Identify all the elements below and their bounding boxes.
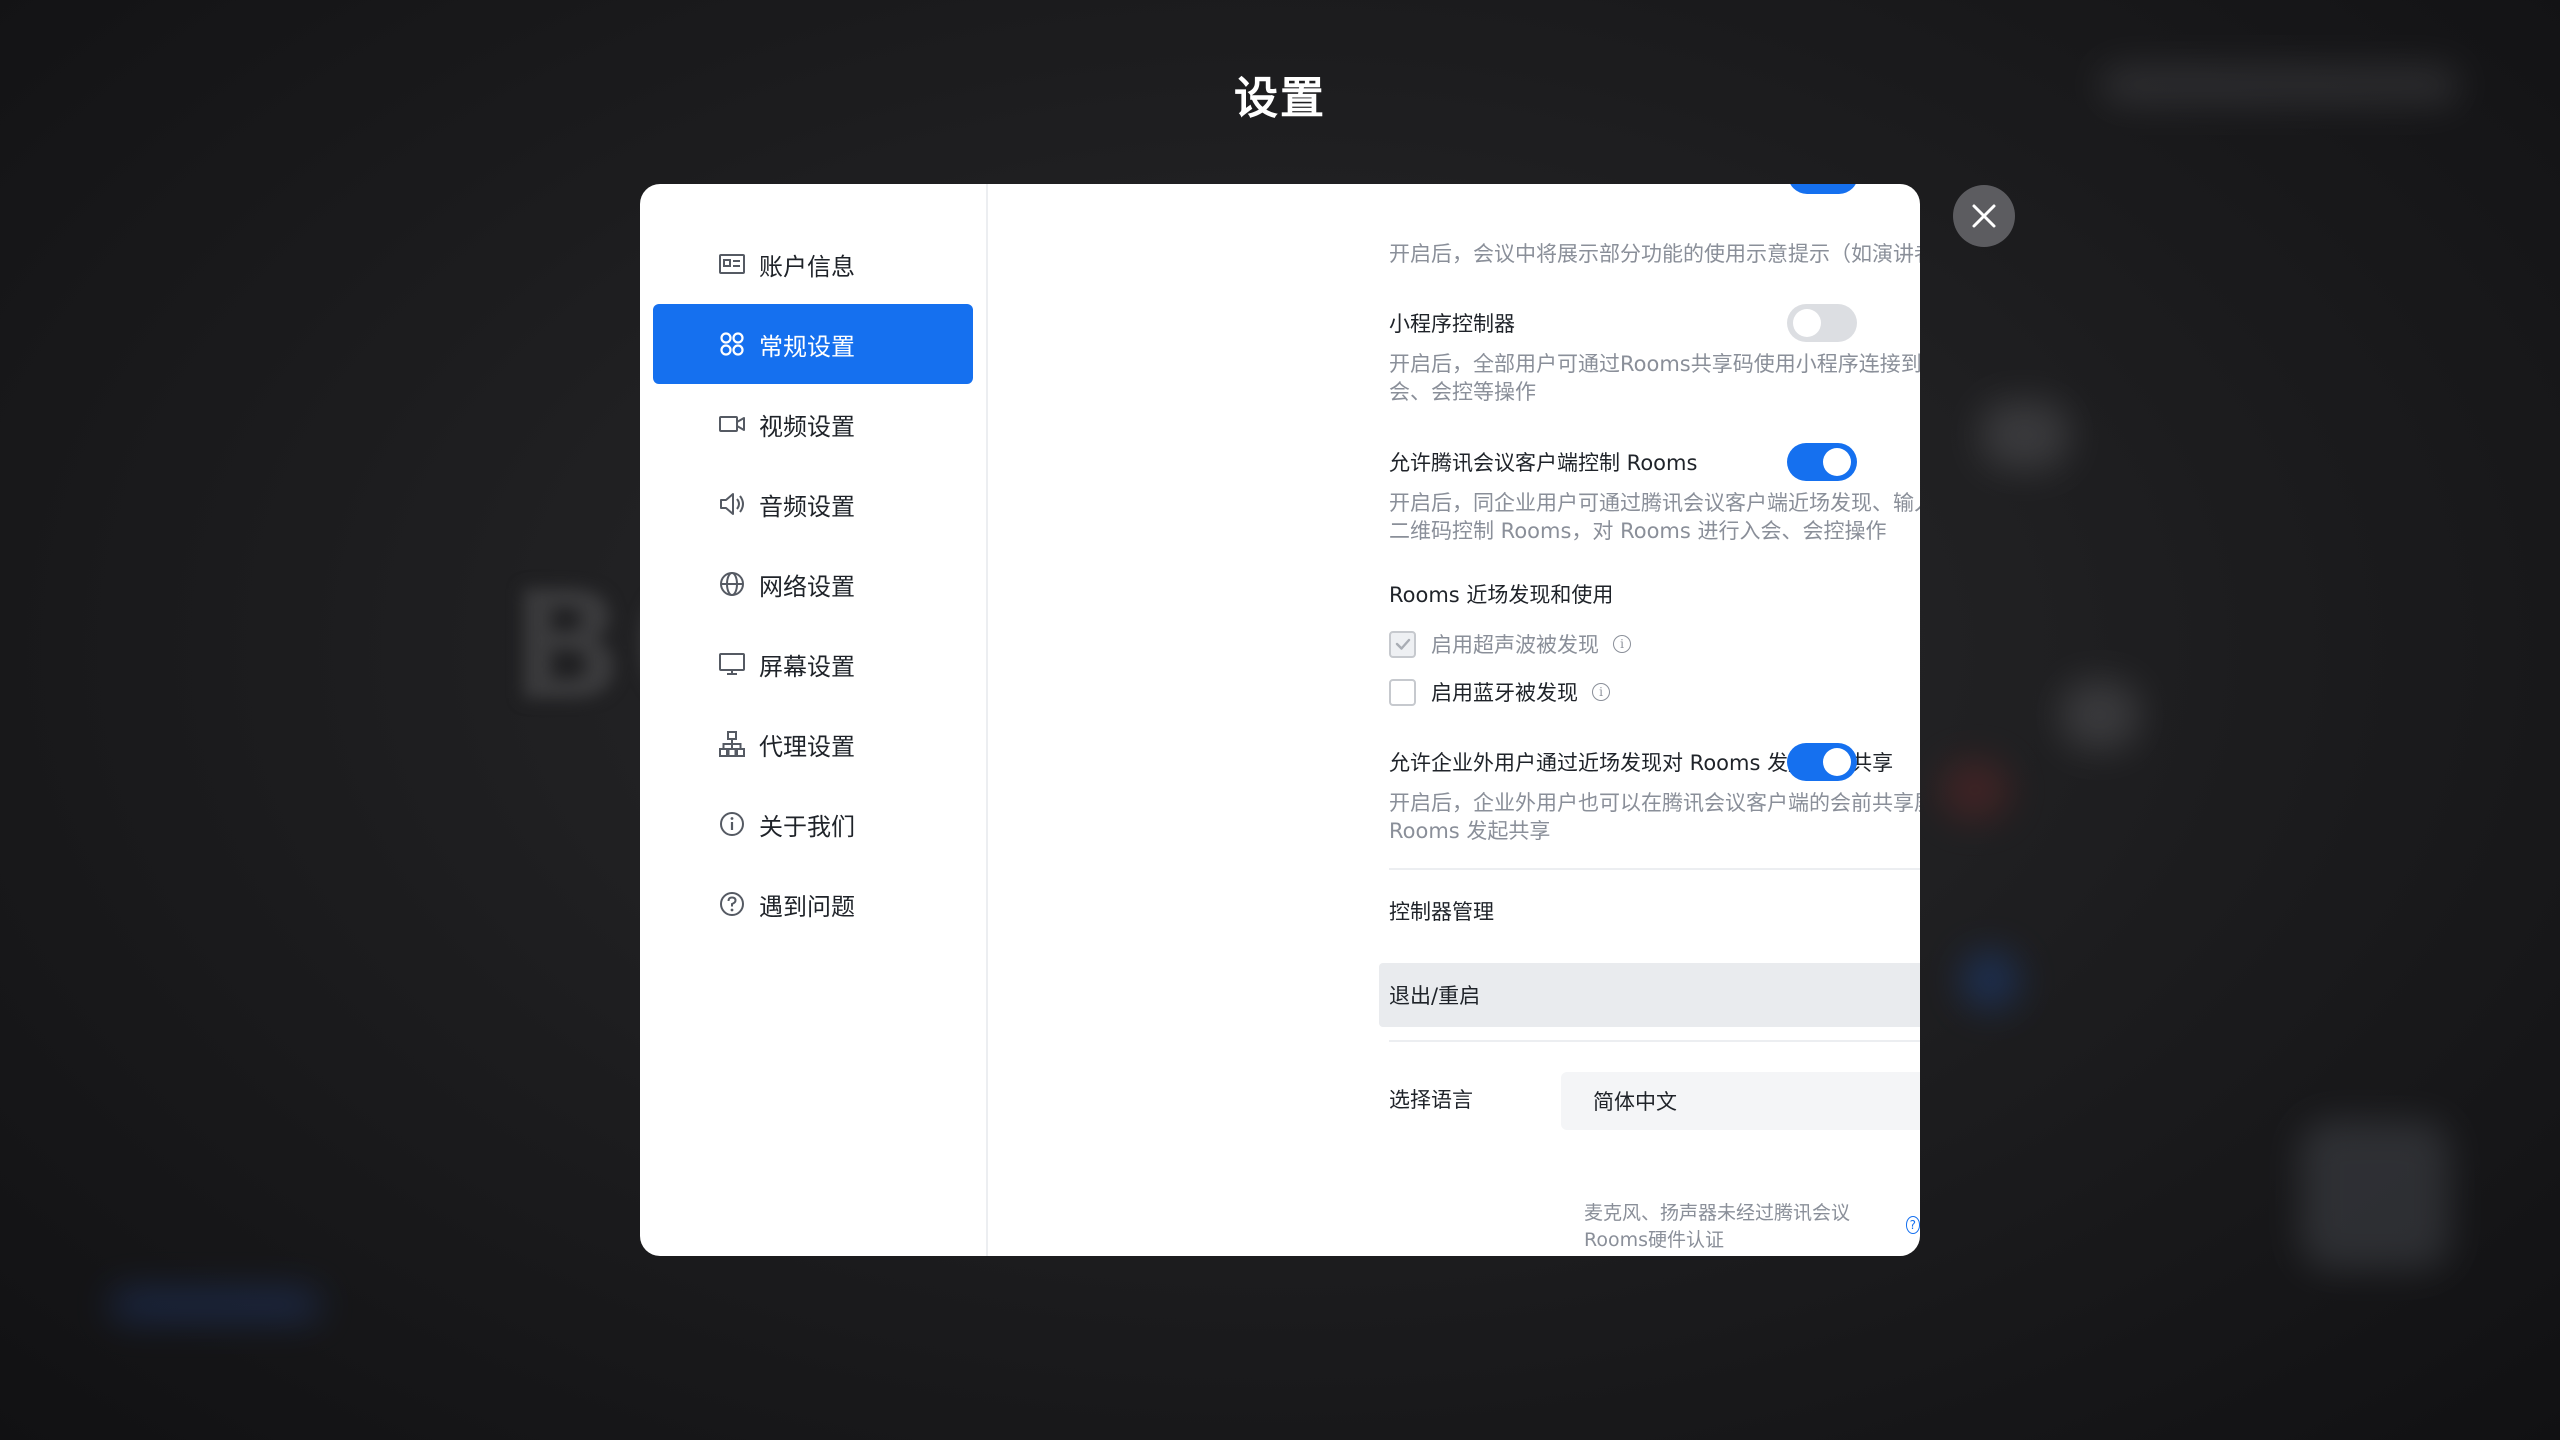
sidebar-item-account[interactable]: 账户信息 — [653, 224, 973, 304]
divider — [1389, 1040, 1920, 1042]
background-blob — [110, 1290, 320, 1320]
settings-sidebar: 账户信息 常规设置 视频设置 音频设置 网络设置 屏幕设置 代理设置 关于我们 … — [640, 184, 988, 1256]
sidebar-item-video[interactable]: 视频设置 — [653, 384, 973, 464]
client-control-description: 开启后，同企业用户可通过腾讯会议客户端近场发现、输入共享码或扫描 Rooms 主… — [1389, 491, 1920, 543]
hardware-note-text: 麦克风、扬声器未经过腾讯会议Rooms硬件认证 — [1584, 1202, 1851, 1251]
sidebar-item-network[interactable]: 网络设置 — [653, 544, 973, 624]
controller-management-label: 控制器管理 — [1389, 900, 1494, 924]
grid-circles-icon — [717, 329, 747, 359]
id-card-icon — [717, 249, 747, 279]
sidebar-item-label: 关于我们 — [759, 812, 855, 841]
settings-dialog: 账户信息 常规设置 视频设置 音频设置 网络设置 屏幕设置 代理设置 关于我们 … — [640, 184, 1920, 1256]
sidebar-item-proxy[interactable]: 代理设置 — [653, 704, 973, 784]
network-tree-icon — [717, 729, 747, 759]
sidebar-item-label: 代理设置 — [759, 732, 855, 761]
question-icon — [717, 889, 747, 919]
sidebar-item-screen[interactable]: 屏幕设置 — [653, 624, 973, 704]
client-control-label: 允许腾讯会议客户端控制 Rooms — [1389, 451, 1698, 475]
mini-program-label: 小程序控制器 — [1389, 312, 1515, 336]
background-blob — [2060, 680, 2140, 750]
external-share-toggle[interactable] — [1787, 743, 1857, 781]
sidebar-item-label: 网络设置 — [759, 572, 855, 601]
ultrasonic-checkbox[interactable] — [1389, 630, 1416, 658]
bluetooth-label: 启用蓝牙被发现 — [1431, 681, 1578, 705]
sidebar-item-about[interactable]: 关于我们 — [653, 784, 973, 864]
sidebar-item-audio[interactable]: 音频设置 — [653, 464, 973, 544]
sidebar-item-label: 音频设置 — [759, 492, 855, 521]
video-camera-icon — [717, 409, 747, 439]
sidebar-item-label: 遇到问题 — [759, 892, 855, 921]
language-select[interactable]: 简体中文 — [1561, 1072, 1920, 1130]
tips-description: 开启后，会议中将展示部分功能的使用示意提示（如演讲者布局小窗引导等） — [1389, 242, 1920, 266]
ultrasonic-option[interactable]: 启用超声波被发现 i — [1389, 629, 1631, 659]
mini-program-toggle[interactable] — [1787, 304, 1857, 342]
background-blob — [1940, 760, 2010, 820]
monitor-icon — [717, 649, 747, 679]
check-icon — [1395, 638, 1410, 650]
sidebar-item-help[interactable]: 遇到问题 — [653, 864, 973, 944]
controller-management-row[interactable]: 控制器管理 — [1389, 871, 1920, 951]
close-icon — [1972, 204, 1996, 228]
settings-content: 开启后，会议中将展示部分功能的使用示意提示（如演讲者布局小窗引导等） 小程序控制… — [988, 184, 1920, 1256]
background-blob — [2300, 1120, 2450, 1270]
toggle-partial[interactable] — [1788, 184, 1858, 194]
page-title: 设置 — [1234, 73, 1326, 124]
sidebar-item-general[interactable]: 常规设置 — [653, 304, 973, 384]
help-icon[interactable]: ? — [1905, 1216, 1920, 1234]
hardware-certification-note: 麦克风、扬声器未经过腾讯会议Rooms硬件认证 ? — [1584, 1198, 1920, 1252]
bluetooth-info-icon[interactable]: i — [1592, 683, 1610, 701]
ultrasonic-label: 启用超声波被发现 — [1431, 633, 1599, 657]
external-share-description: 开启后，企业外用户也可以在腾讯会议客户端的会前共享屏幕功能，通过近场发现对Roo… — [1389, 791, 1920, 843]
sidebar-item-label: 视频设置 — [759, 412, 855, 441]
close-button[interactable] — [1953, 185, 2015, 247]
exit-restart-row[interactable]: 退出/重启 — [1379, 963, 1920, 1027]
background-blob — [1980, 400, 2070, 470]
ultrasonic-info-icon[interactable]: i — [1613, 635, 1631, 653]
mini-program-description: 开启后，全部用户可通过Rooms共享码使用小程序连接到Rooms，对Rooms进… — [1389, 352, 1920, 404]
background-blob — [1960, 950, 2020, 1010]
bluetooth-checkbox[interactable] — [1389, 678, 1416, 706]
speaker-icon — [717, 489, 747, 519]
exit-restart-label: 退出/重启 — [1389, 984, 1481, 1008]
language-value: 简体中文 — [1593, 1090, 1677, 1114]
divider — [1389, 868, 1920, 870]
client-control-toggle[interactable] — [1787, 443, 1857, 481]
bluetooth-option[interactable]: 启用蓝牙被发现 i — [1389, 677, 1610, 707]
language-label: 选择语言 — [1389, 1088, 1473, 1112]
info-icon — [717, 809, 747, 839]
nearby-discovery-label: Rooms 近场发现和使用 — [1389, 583, 1614, 607]
sidebar-item-label: 账户信息 — [759, 252, 855, 281]
globe-icon — [717, 569, 747, 599]
sidebar-item-label: 屏幕设置 — [759, 652, 855, 681]
sidebar-item-label: 常规设置 — [759, 332, 855, 361]
